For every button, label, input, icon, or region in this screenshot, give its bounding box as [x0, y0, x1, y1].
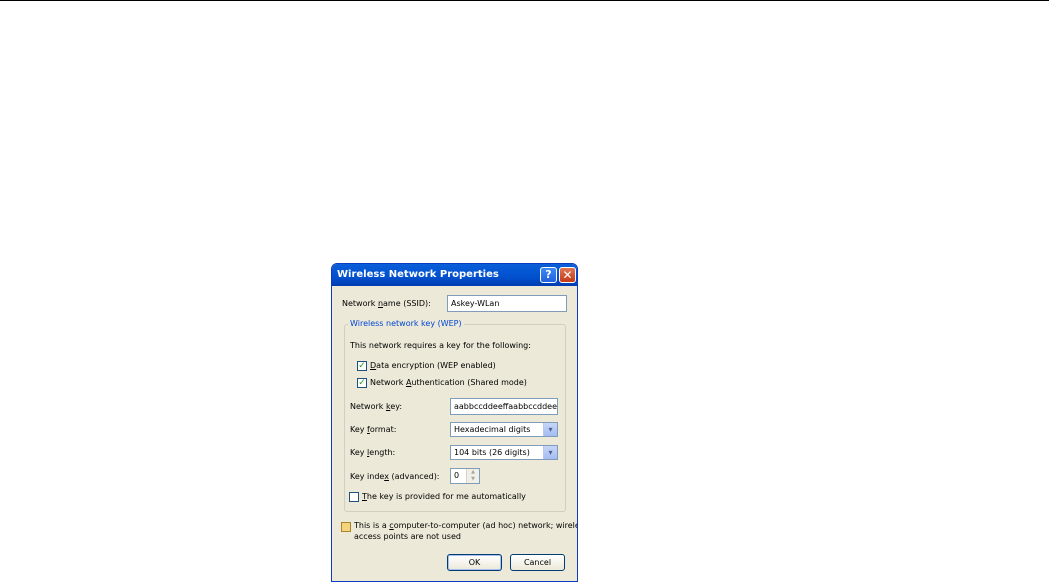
ssid-label-part: ame (SSID):	[383, 299, 431, 308]
network-key-label: Network key:	[350, 402, 402, 412]
ssid-input[interactable]: Askey-WLan	[447, 295, 567, 312]
auto-key-label[interactable]: The key is provided for me automatically	[362, 492, 526, 502]
key-index-spinner[interactable]: 0 ▲ ▼	[450, 468, 480, 484]
key-length-label-part: ength:	[369, 448, 396, 457]
auto-key-label-part: he key is provided for me automatically	[366, 492, 526, 501]
close-icon: ✕	[562, 268, 573, 282]
data-encryption-checkbox[interactable]: ✓	[357, 361, 367, 371]
page-top-rule	[0, 0, 1049, 1]
key-length-label: Key length:	[350, 448, 395, 458]
key-format-label: Key format:	[350, 425, 396, 435]
spin-down-icon[interactable]: ▼	[466, 476, 479, 483]
wireless-network-properties-dialog: Wireless Network Properties ? ✕ Network …	[331, 263, 578, 582]
key-index-value: 0	[454, 471, 460, 480]
requires-key-text: This network requires a key for the foll…	[350, 341, 531, 350]
key-index-label-part: Key inde	[350, 472, 385, 481]
adhoc-network-checkbox[interactable]	[341, 522, 351, 532]
network-auth-label-part: uthentication (Shared mode)	[411, 378, 527, 387]
ok-button[interactable]: OK	[447, 554, 502, 571]
data-encryption-label-part: ata encryption (WEP enabled)	[376, 361, 496, 370]
spin-up-icon[interactable]: ▲	[466, 469, 479, 476]
adhoc-network-label-line2[interactable]: access points are not used	[354, 532, 461, 542]
adhoc-label-part: This is a	[354, 521, 390, 530]
chevron-down-icon[interactable]: ▾	[543, 446, 557, 459]
network-key-input[interactable]: aabbccddeeffaabbccddeeff	[450, 398, 558, 415]
key-length-value: 104 bits (26 digits)	[454, 448, 530, 457]
ssid-label: Network name (SSID):	[342, 299, 431, 309]
ssid-label-part: Network	[342, 299, 378, 308]
network-authentication-checkbox[interactable]: ✓	[357, 378, 367, 388]
dialog-title: Wireless Network Properties	[337, 269, 499, 280]
network-authentication-label[interactable]: Network Authentication (Shared mode)	[370, 378, 527, 388]
check-mark-icon: ✓	[358, 361, 366, 371]
key-index-label-part: (advanced):	[388, 472, 440, 481]
adhoc-label-part: omputer-to-computer (ad hoc) network; wi…	[393, 521, 578, 530]
network-auth-label-part: Network	[370, 378, 406, 387]
key-index-label: Key index (advanced):	[350, 472, 440, 482]
check-mark-icon: ✓	[358, 378, 366, 388]
auto-key-checkbox[interactable]	[349, 492, 359, 502]
adhoc-network-label-line1[interactable]: This is a computer-to-computer (ad hoc) …	[354, 521, 578, 531]
key-format-label-part: ormat:	[369, 425, 397, 434]
close-button[interactable]: ✕	[559, 267, 576, 283]
key-format-label-part: Key	[350, 425, 368, 434]
help-icon: ?	[545, 268, 552, 281]
key-length-select[interactable]: 104 bits (26 digits) ▾	[450, 445, 558, 460]
data-encryption-label[interactable]: Data encryption (WEP enabled)	[370, 361, 496, 371]
help-button[interactable]: ?	[540, 267, 557, 283]
wep-key-group-title: Wireless network key (WEP)	[348, 319, 464, 329]
key-format-value: Hexadecimal digits	[454, 425, 531, 434]
dialog-titlebar[interactable]: Wireless Network Properties ? ✕	[332, 264, 577, 286]
document-page: Wireless Network Properties ? ✕ Network …	[0, 0, 1049, 582]
key-format-select[interactable]: Hexadecimal digits ▾	[450, 422, 558, 437]
network-key-label-part: ey:	[390, 402, 403, 411]
key-length-label-part: Key	[350, 448, 368, 457]
chevron-down-icon[interactable]: ▾	[543, 423, 557, 436]
network-key-label-part: Network	[350, 402, 386, 411]
cancel-button[interactable]: Cancel	[510, 554, 565, 571]
